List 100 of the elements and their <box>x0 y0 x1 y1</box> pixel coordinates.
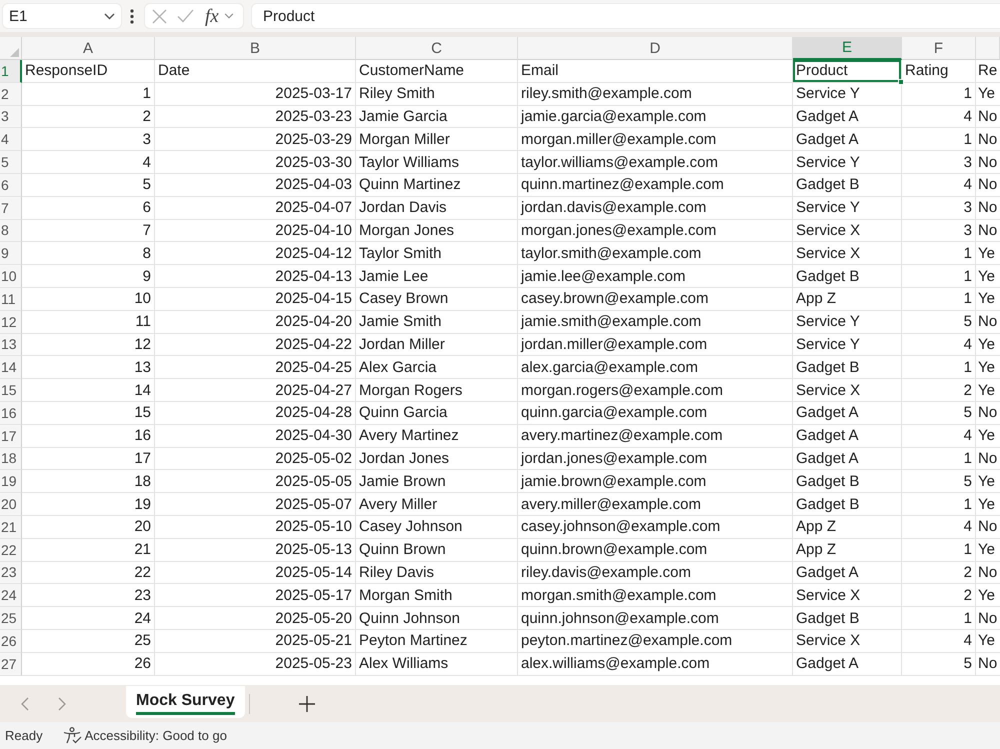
column-header[interactable] <box>976 37 1000 60</box>
row-header[interactable]: 1 <box>0 60 22 83</box>
table-cell: No <box>976 220 1000 242</box>
table-cell: 12 <box>22 334 155 356</box>
table-cell: No <box>976 562 1000 584</box>
table-cell: Jamie Lee <box>356 265 518 288</box>
table-cell: No <box>976 310 1000 334</box>
row-header[interactable]: 27 <box>0 652 22 676</box>
table-cell: 4 <box>902 424 976 448</box>
table-cell: Service Y <box>793 310 902 334</box>
table-cell: 2025-03-29 <box>155 128 356 152</box>
row-header[interactable]: 21 <box>0 516 22 539</box>
column-header[interactable]: E <box>793 37 902 60</box>
table-cell: jamie.brown@example.com <box>518 470 793 494</box>
table-cell: 2025-04-28 <box>155 402 356 425</box>
table-cell: 2025-04-15 <box>155 288 356 311</box>
row-header[interactable]: 19 <box>0 470 22 494</box>
table-cell: jordan.miller@example.com <box>518 334 793 356</box>
table-cell: peyton.martinez@example.com <box>518 630 793 653</box>
table-cell: App Z <box>793 288 902 311</box>
row-header[interactable]: 11 <box>0 288 22 311</box>
column-header[interactable]: F <box>902 37 976 60</box>
table-cell: Quinn Martinez <box>356 174 518 197</box>
table-cell: Ye <box>976 242 1000 266</box>
name-box[interactable]: E1 <box>2 3 122 29</box>
table-cell: casey.brown@example.com <box>518 288 793 311</box>
formula-field[interactable]: Product <box>251 3 1000 29</box>
row-header[interactable]: 7 <box>0 196 22 220</box>
table-cell: 2025-05-14 <box>155 562 356 584</box>
table-cell: 1 <box>902 82 976 106</box>
checkmark-icon[interactable] <box>177 9 194 23</box>
row-header[interactable]: 17 <box>0 424 22 448</box>
table-cell: App Z <box>793 516 902 539</box>
table-cell: No <box>976 448 1000 470</box>
row-header[interactable]: 5 <box>0 151 22 174</box>
column-header[interactable]: D <box>518 37 793 60</box>
table-cell: 6 <box>22 196 155 220</box>
table-cell: avery.martinez@example.com <box>518 424 793 448</box>
table-cell: 1 <box>902 538 976 562</box>
table-cell: 4 <box>22 151 155 174</box>
row-header[interactable]: 20 <box>0 493 22 516</box>
table-cell: 19 <box>22 493 155 516</box>
row-header[interactable]: 18 <box>0 448 22 470</box>
column-header[interactable]: C <box>356 37 518 60</box>
row-header[interactable]: 15 <box>0 379 22 402</box>
column-header[interactable]: B <box>155 37 356 60</box>
fill-handle[interactable] <box>898 78 904 85</box>
chevron-down-icon[interactable] <box>224 13 234 19</box>
select-all-button[interactable] <box>0 37 22 60</box>
table-cell: 2025-04-22 <box>155 334 356 356</box>
header-cell: Date <box>155 60 356 83</box>
table-cell: quinn.garcia@example.com <box>518 402 793 425</box>
row-header[interactable]: 10 <box>0 265 22 288</box>
row-header[interactable]: 16 <box>0 402 22 425</box>
row-header[interactable]: 25 <box>0 607 22 630</box>
row-header[interactable]: 4 <box>0 128 22 152</box>
table-cell: 2025-04-30 <box>155 424 356 448</box>
row-header[interactable]: 6 <box>0 174 22 197</box>
table-cell: 3 <box>902 220 976 242</box>
table-cell: 2025-05-05 <box>155 470 356 494</box>
accessibility-button[interactable]: Accessibility: Good to go <box>62 727 227 744</box>
table-cell: 2025-03-17 <box>155 82 356 106</box>
table-cell: 2025-05-17 <box>155 584 356 608</box>
table-cell: 1 <box>902 288 976 311</box>
table-cell: No <box>976 106 1000 128</box>
table-cell: Service Y <box>793 196 902 220</box>
table-cell: Riley Smith <box>356 82 518 106</box>
table-cell: Quinn Garcia <box>356 402 518 425</box>
insert-function-button[interactable]: fx <box>205 6 219 26</box>
table-cell: Gadget B <box>793 265 902 288</box>
row-header[interactable]: 13 <box>0 334 22 356</box>
row-header[interactable]: 24 <box>0 584 22 608</box>
row-header[interactable]: 14 <box>0 356 22 380</box>
table-cell: Morgan Jones <box>356 220 518 242</box>
table-cell: Jordan Davis <box>356 196 518 220</box>
close-icon[interactable] <box>152 8 167 24</box>
table-cell: 1 <box>902 448 976 470</box>
table-cell: Quinn Brown <box>356 538 518 562</box>
table-cell: 10 <box>22 288 155 311</box>
row-header[interactable]: 2 <box>0 82 22 106</box>
row-header[interactable]: 8 <box>0 220 22 242</box>
column-header[interactable]: A <box>22 37 155 60</box>
vertical-dots-icon[interactable] <box>130 8 134 24</box>
add-sheet-button[interactable] <box>298 694 316 712</box>
row-header[interactable]: 22 <box>0 538 22 562</box>
chevron-right-icon <box>58 696 66 710</box>
table-cell: alex.williams@example.com <box>518 652 793 676</box>
table-cell: 11 <box>22 310 155 334</box>
row-header[interactable]: 9 <box>0 242 22 266</box>
table-cell: 2 <box>902 562 976 584</box>
sheet-tab[interactable]: Mock Survey <box>126 686 245 718</box>
table-cell: 22 <box>22 562 155 584</box>
row-header[interactable]: 12 <box>0 310 22 334</box>
table-cell: quinn.brown@example.com <box>518 538 793 562</box>
row-header[interactable]: 3 <box>0 106 22 128</box>
table-cell: taylor.williams@example.com <box>518 151 793 174</box>
table-cell: Service X <box>793 630 902 653</box>
row-header[interactable]: 26 <box>0 630 22 653</box>
chevron-down-icon <box>104 12 115 20</box>
row-header[interactable]: 23 <box>0 562 22 584</box>
